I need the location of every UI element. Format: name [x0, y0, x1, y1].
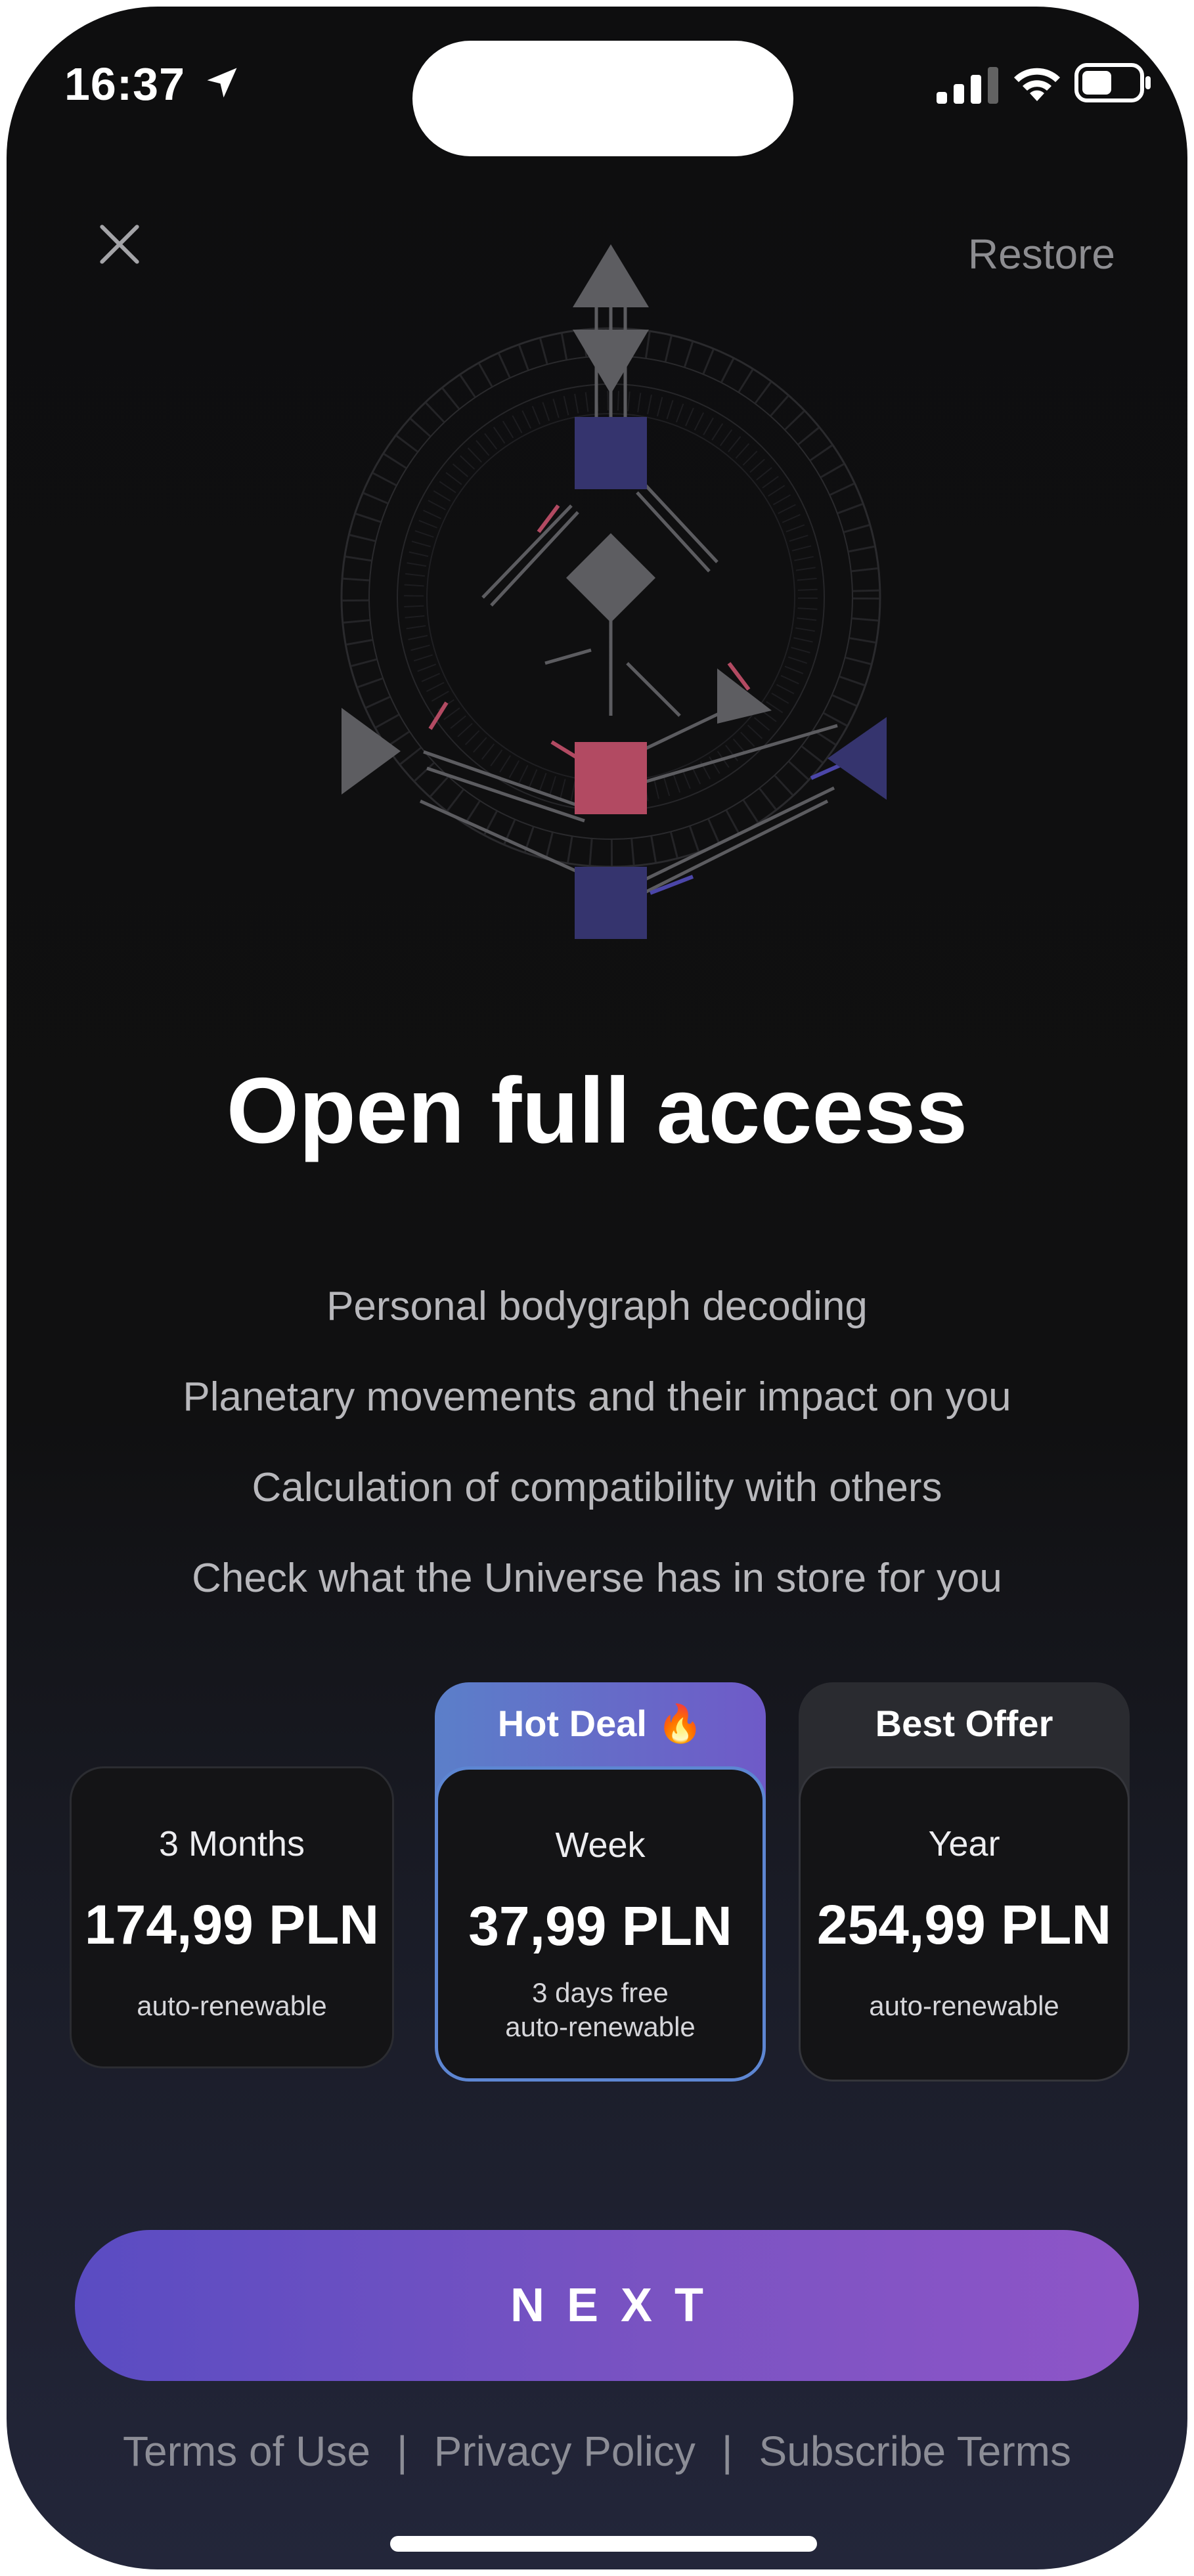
close-icon[interactable]: [95, 219, 144, 269]
plan-renewal: auto-renewable: [505, 2011, 696, 2042]
feature-item: Calculation of compatibility with others: [252, 1465, 942, 1510]
plan-price: 254,99 PLN: [816, 1894, 1112, 1955]
plan-name: Week: [555, 1825, 646, 1865]
status-time: 16:37: [64, 58, 186, 110]
feature-item: Check what the Universe has in store for…: [192, 1556, 1002, 1601]
feature-item: Personal bodygraph decoding: [326, 1284, 868, 1329]
bodygraph-illustration: [340, 244, 887, 939]
home-indicator: [390, 2536, 817, 2552]
signal-icon: [937, 67, 998, 104]
wifi-icon: [1014, 68, 1060, 101]
terms-of-use-link[interactable]: Terms of Use: [123, 2428, 370, 2475]
plan-card-year[interactable]: Year 254,99 PLN auto-renewable: [799, 1766, 1130, 2082]
plan-name: Year: [928, 1824, 1000, 1864]
plan-price: 174,99 PLN: [84, 1894, 380, 1955]
footer-separator: |: [396, 2428, 408, 2475]
plan-name: 3 Months: [158, 1824, 305, 1864]
dynamic-island: [412, 41, 793, 156]
plan-card-3-months[interactable]: 3 Months 174,99 PLN auto-renewable: [70, 1766, 394, 2068]
next-button[interactable]: NEXT: [75, 2230, 1139, 2381]
footer-links: Terms of Use | Privacy Policy | Subscribe Te…: [7, 2427, 1187, 2476]
feature-list: Personal bodygraph decoding Planetary mo…: [7, 1280, 1187, 1643]
status-bar: 16:37: [7, 7, 1187, 156]
plan-badge-label: Hot Deal 🔥: [497, 1703, 703, 1744]
plan-renewal: auto-renewable: [137, 1990, 327, 2021]
plan-renewal: auto-renewable: [869, 1990, 1059, 2021]
plan-price: 37,99 PLN: [468, 1895, 732, 1957]
plan-trial: 3 days free auto-renewable: [438, 1976, 763, 2044]
plan-card-week[interactable]: Week 37,99 PLN 3 days free auto-renewabl…: [435, 1766, 766, 2082]
subscribe-terms-link[interactable]: Subscribe Terms: [759, 2428, 1071, 2475]
phone-screen: 16:37 Restore Open full access Personal …: [7, 7, 1187, 2569]
privacy-policy-link[interactable]: Privacy Policy: [434, 2428, 696, 2475]
footer-separator: |: [721, 2428, 733, 2475]
plan-badge-label: Best Offer: [875, 1703, 1053, 1744]
battery-icon: [1074, 63, 1151, 102]
restore-button[interactable]: Restore: [968, 230, 1115, 278]
feature-item: Planetary movements and their impact on …: [183, 1374, 1011, 1420]
location-arrow-icon: [207, 68, 237, 98]
plan-trial-text: 3 days free: [532, 1977, 669, 2008]
page-title: Open full access: [226, 1059, 968, 1163]
